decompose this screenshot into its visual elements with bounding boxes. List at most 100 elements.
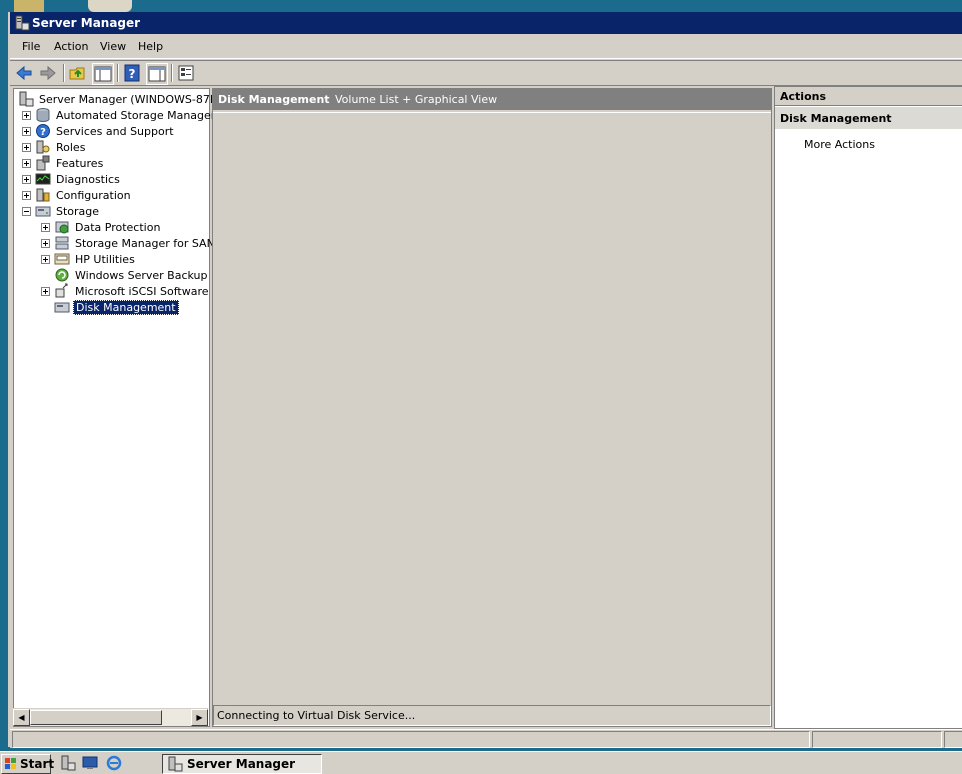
properties-icon[interactable] — [176, 63, 196, 83]
actions-pane: Actions Disk Management More Actions — [774, 86, 962, 729]
tree-item-label: Windows Server Backup — [75, 268, 208, 282]
svg-text:?: ? — [129, 67, 136, 81]
actions-header-label: Actions — [780, 90, 826, 103]
expand-button[interactable] — [22, 190, 31, 200]
menu-view[interactable]: View — [100, 40, 126, 53]
tree-item-configuration[interactable]: Configuration — [22, 187, 133, 203]
tree-item-label: Automated Storage Manager (lo — [56, 108, 233, 122]
tree-root[interactable]: Server Manager (WINDOWS-87E2H — [18, 91, 234, 107]
features-icon — [36, 155, 50, 171]
tree-item-services-and-support[interactable]: ? Services and Support — [22, 123, 176, 139]
collapse-button[interactable] — [22, 206, 31, 216]
menu-bar: File Action View Help — [10, 34, 962, 59]
tree-root-label: Server Manager (WINDOWS-87E2H — [39, 92, 233, 106]
san-icon — [55, 236, 69, 250]
back-icon[interactable] — [14, 63, 34, 83]
tree-item-label: Diagnostics — [56, 172, 120, 186]
expand-button[interactable] — [22, 126, 31, 136]
svg-text:?: ? — [40, 127, 46, 138]
tree-item-microsoft-iscsi[interactable]: Microsoft iSCSI Software Ta — [41, 283, 226, 299]
storage-manager-icon — [36, 108, 50, 122]
toolbar: ? — [10, 60, 962, 86]
console-tree[interactable]: Server Manager (WINDOWS-87E2H Automated … — [13, 88, 233, 727]
tree-item-features[interactable]: Features — [22, 155, 105, 171]
scroll-left-button[interactable]: ◀ — [13, 709, 30, 726]
taskbar-button-label: Server Manager — [187, 757, 296, 771]
tree-item-roles[interactable]: Roles — [22, 139, 87, 155]
result-pane: Disk Management Volume List + Graphical … — [212, 88, 772, 727]
expand-button[interactable] — [22, 158, 31, 168]
title-bar[interactable]: Server Manager — [10, 12, 962, 34]
menu-file[interactable]: File — [22, 40, 40, 53]
expand-button[interactable] — [41, 238, 50, 248]
help-icon[interactable]: ? — [122, 63, 142, 83]
taskbar: Start Server Manager — [0, 751, 962, 774]
actions-group-label: Disk Management — [780, 112, 892, 125]
scroll-right-button[interactable]: ▶ — [191, 709, 208, 726]
result-pane-status: Connecting to Virtual Disk Service... — [213, 705, 771, 726]
tree-item-hp-utilities[interactable]: HP Utilities — [41, 251, 137, 267]
storage-icon — [35, 206, 51, 217]
result-pane-title: Disk Management — [218, 93, 330, 106]
expand-button[interactable] — [22, 174, 31, 184]
toolbar-separator — [63, 64, 65, 82]
status-panel — [944, 731, 962, 748]
tree-item-label: Data Protection — [75, 220, 161, 234]
internet-explorer-icon[interactable] — [106, 755, 122, 771]
tree-horizontal-scrollbar[interactable]: ◀ ▶ — [13, 708, 208, 726]
tree-item-label: Storage — [56, 204, 100, 218]
tree-item-diagnostics[interactable]: Diagnostics — [22, 171, 122, 187]
actions-group-disk-management[interactable]: Disk Management — [775, 107, 962, 129]
disk-management-icon — [54, 302, 70, 313]
iscsi-icon — [55, 283, 68, 298]
status-panel — [12, 731, 810, 748]
tree-item-storage-manager-for-sans[interactable]: Storage Manager for SANs — [41, 235, 223, 251]
tree-item-label: Services and Support — [56, 124, 174, 138]
data-protection-icon — [55, 221, 69, 234]
show-hide-action-pane-icon[interactable] — [146, 63, 168, 85]
window-title: Server Manager — [32, 16, 141, 30]
scroll-thumb[interactable] — [30, 710, 162, 725]
up-folder-icon[interactable] — [68, 63, 88, 83]
tree-item-data-protection[interactable]: Data Protection — [41, 219, 162, 235]
result-pane-subtitle: Volume List + Graphical View — [335, 93, 498, 106]
more-actions-link[interactable]: More Actions — [804, 138, 875, 151]
expand-button[interactable] — [41, 286, 50, 296]
status-panel — [812, 731, 942, 748]
result-pane-header: Disk Management Volume List + Graphical … — [213, 89, 771, 110]
menu-action[interactable]: Action — [54, 40, 88, 53]
server-manager-icon — [15, 15, 30, 31]
desktop-icon-fragment[interactable] — [14, 0, 44, 12]
show-desktop-icon[interactable] — [82, 755, 98, 771]
result-pane-body[interactable] — [213, 112, 771, 706]
backup-icon — [55, 268, 69, 282]
tree-item-automated-storage-manager[interactable]: Automated Storage Manager (lo — [22, 107, 235, 123]
server-manager-window: Server Manager File Action View Help ? S… — [8, 12, 962, 748]
status-text: Connecting to Virtual Disk Service... — [217, 709, 416, 722]
tree-item-label: Configuration — [56, 188, 131, 202]
desktop-icon-fragment[interactable] — [88, 0, 132, 12]
server-manager-quicklaunch-icon[interactable] — [60, 755, 76, 771]
tree-item-storage[interactable]: Storage — [22, 203, 101, 219]
expand-button[interactable] — [22, 142, 31, 152]
status-bar — [10, 729, 962, 748]
show-hide-console-tree-icon[interactable] — [92, 63, 114, 85]
windows-logo-icon — [5, 758, 16, 769]
tree-item-label: Disk Management — [73, 299, 179, 315]
expand-button[interactable] — [41, 254, 50, 264]
tree-item-disk-management[interactable]: Disk Management — [54, 299, 179, 315]
expand-button[interactable] — [22, 110, 31, 120]
taskbar-button-server-manager[interactable]: Server Manager — [162, 754, 322, 774]
forward-icon[interactable] — [38, 63, 58, 83]
server-manager-icon — [19, 91, 34, 107]
support-icon: ? — [36, 124, 50, 138]
tree-item-label: Roles — [56, 140, 86, 154]
tree-item-label: Features — [56, 156, 104, 170]
hp-utilities-icon — [54, 253, 70, 265]
toolbar-separator — [171, 64, 173, 82]
tree-item-label: Microsoft iSCSI Software Ta — [75, 284, 224, 298]
start-button[interactable]: Start — [1, 754, 54, 774]
tree-item-windows-server-backup[interactable]: Windows Server Backup — [54, 267, 210, 283]
menu-help[interactable]: Help — [138, 40, 163, 53]
expand-button[interactable] — [41, 222, 50, 232]
